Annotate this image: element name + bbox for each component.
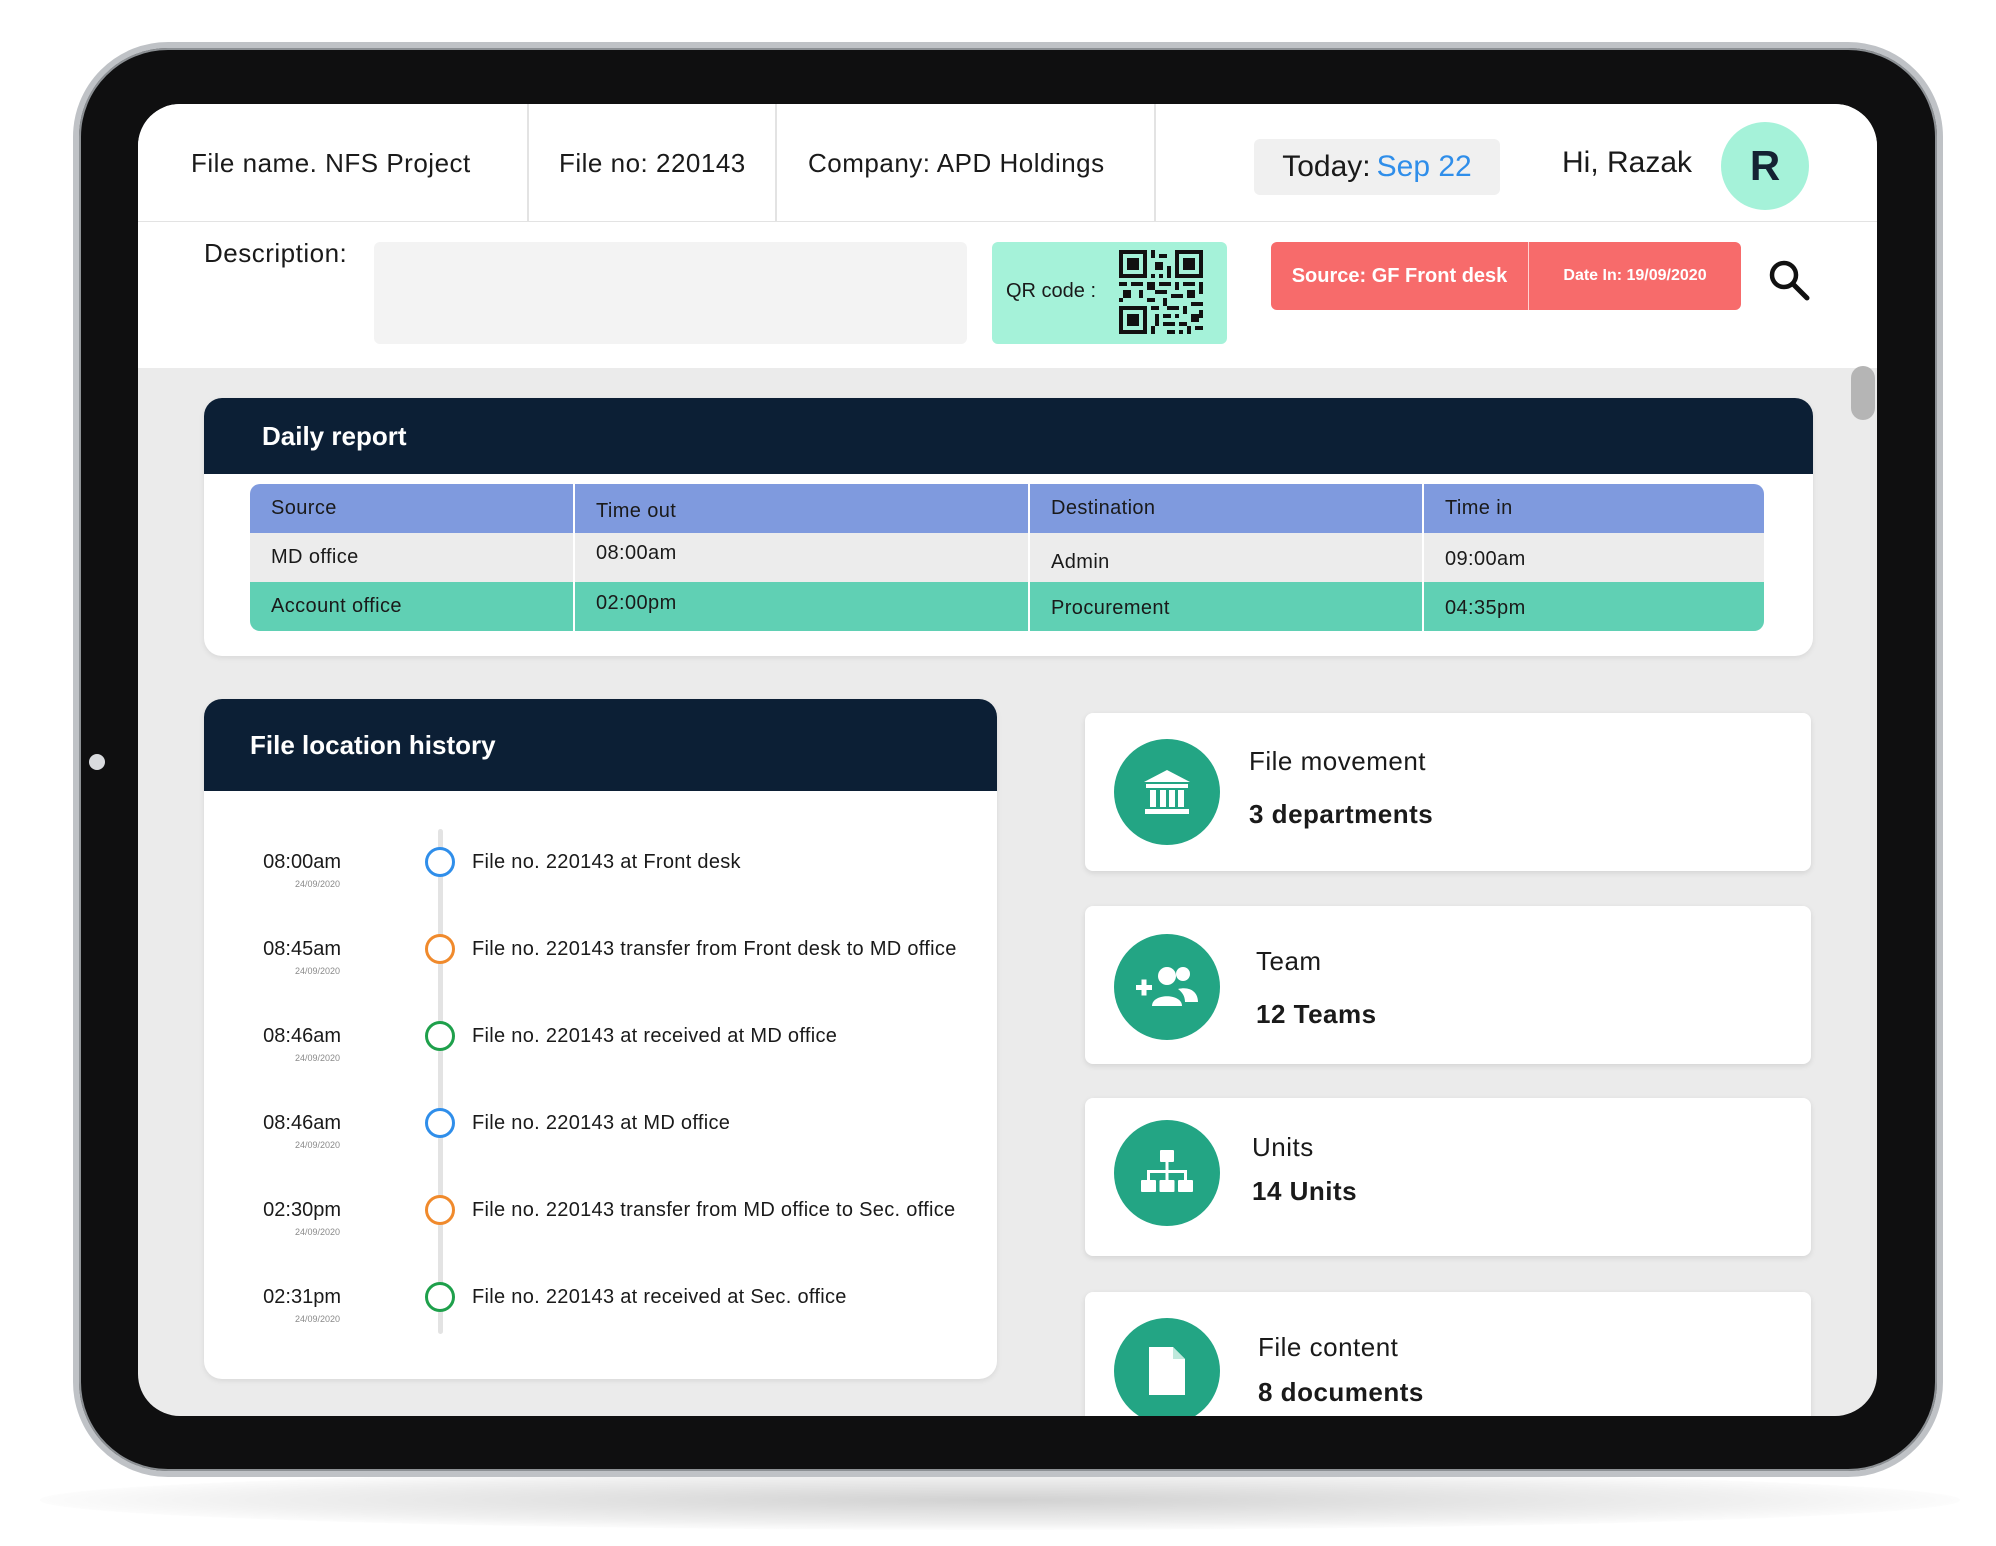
table-cell: 09:00am (1445, 548, 1526, 570)
stat-value: 12 Teams (1256, 999, 1377, 1029)
column-header: Time out (575, 484, 1030, 533)
timeline-dot (425, 1021, 455, 1051)
daily-report-title: Daily report (204, 398, 1813, 474)
stat-value: 3 departments (1249, 799, 1434, 829)
stat-value: 8 documents (1258, 1377, 1424, 1407)
daily-report-table: Source Time out Destination Time in MD o… (250, 484, 1764, 631)
timeline-dot (425, 1108, 455, 1138)
table-row[interactable]: MD office 08:00am Admin 09:00am (250, 533, 1764, 582)
timeline-text-wrap: File no. 220143 transfer from Front desk… (472, 938, 957, 961)
header-divider (775, 104, 777, 222)
description-label: Description: (204, 238, 348, 268)
table-row[interactable]: Account office 02:00pm Procurement 04:35… (250, 582, 1764, 631)
file-details-bar: Description: QR code : Source: GF Front … (138, 222, 1877, 368)
document-icon (1114, 1318, 1220, 1416)
stat-label: File content (1258, 1332, 1399, 1362)
table-cell: 04:35pm (1445, 597, 1526, 619)
timeline-dot (425, 1195, 455, 1225)
today-badge: Today: Sep 22 (1254, 139, 1500, 195)
table-cell: Admin (1030, 533, 1424, 582)
stat-card-file-movement[interactable]: File movement 3 departments (1085, 713, 1811, 871)
stat-label: File movement (1249, 746, 1426, 776)
header-bar: File name. NFS Project File no: 220143 C… (138, 104, 1877, 222)
table-cell: Account office (250, 582, 575, 631)
timeline-time: 02:31pm (263, 1286, 341, 1308)
timeline-time: 08:45am (263, 938, 341, 960)
history-title: File location history (204, 699, 997, 791)
timeline-date: 24/09/2020 (294, 1053, 340, 1063)
table-cell: Procurement (1030, 582, 1424, 631)
source-label: Source: GF Front desk (1271, 242, 1529, 310)
timeline-text-wrap: File no. 220143 at received at Sec. offi… (472, 1286, 847, 1309)
stat-label: Units (1252, 1132, 1314, 1162)
add-team-icon (1114, 934, 1220, 1040)
timeline-text: File no. 220143 at MD office (472, 1112, 731, 1134)
timeline-item[interactable]: 08:45am 24/09/2020 File no. 220143 trans… (204, 932, 997, 992)
org-chart-icon (1114, 1120, 1220, 1226)
timeline-dot (425, 934, 455, 964)
column-header: Source (250, 484, 575, 533)
search-icon[interactable] (1767, 258, 1811, 302)
file-number: File no: 220143 (559, 147, 746, 178)
source-badge: Source: GF Front desk Date In: 19/09/202… (1271, 242, 1741, 310)
timeline-date: 24/09/2020 (294, 966, 340, 976)
screen: File name. NFS Project File no: 220143 C… (138, 104, 1877, 1416)
daily-report-card: Daily report Source Time out Destination… (204, 398, 1813, 656)
company-name: Company: APD Holdings (808, 147, 1105, 178)
today-label: Today: (1282, 150, 1371, 183)
timeline-dot (425, 847, 455, 877)
table-header-row: Source Time out Destination Time in (250, 484, 1764, 533)
file-location-history-card: File location history 08:00am 24/09/2020… (204, 699, 997, 1379)
camera-dot (89, 754, 105, 770)
timeline-item[interactable]: 08:46am 24/09/2020 File no. 220143 at re… (204, 1019, 997, 1079)
timeline-date: 24/09/2020 (294, 1227, 340, 1237)
qr-code-icon (1119, 250, 1203, 334)
timeline-text: File no. 220143 transfer from Front desk… (472, 938, 957, 960)
device-shadow (40, 1470, 1960, 1530)
timeline-text-wrap: File no. 220143 transfer from MD office … (472, 1199, 955, 1222)
table-cell: 02:00pm (575, 582, 1030, 631)
header-divider (1154, 104, 1156, 222)
timeline-time: 08:46am (263, 1112, 341, 1134)
timeline-time: 08:00am (263, 851, 341, 873)
column-header: Destination (1030, 484, 1424, 533)
today-date: Sep 22 (1376, 150, 1472, 183)
timeline-text: File no. 220143 at Front desk (472, 851, 741, 873)
qr-code-panel[interactable]: QR code : (992, 242, 1227, 344)
date-in-label: Date In: 19/09/2020 (1563, 267, 1707, 284)
table-cell: 08:00am (575, 533, 1030, 582)
file-name: File name. NFS Project (191, 147, 471, 178)
stat-label: Team (1256, 946, 1322, 976)
timeline-time: 02:30pm (263, 1199, 341, 1221)
user-greeting: Hi, Razak (1562, 146, 1693, 179)
timeline-dot (425, 1282, 455, 1312)
timeline-text-wrap: File no. 220143 at Front desk (472, 851, 741, 874)
timeline-date: 24/09/2020 (294, 879, 340, 889)
timeline-text: File no. 220143 at received at Sec. offi… (472, 1286, 847, 1308)
bank-icon (1114, 739, 1220, 845)
timeline-time: 08:46am (263, 1025, 341, 1047)
timeline-text: File no. 220143 at received at MD office (472, 1025, 838, 1047)
stat-card-units[interactable]: Units 14 Units (1085, 1098, 1811, 1256)
timeline-date: 24/09/2020 (294, 1140, 340, 1150)
column-header: Time in (1445, 497, 1513, 519)
timeline-item[interactable]: 02:31pm 24/09/2020 File no. 220143 at re… (204, 1280, 997, 1340)
avatar[interactable]: R (1721, 122, 1809, 210)
stat-card-file-content[interactable]: File content 8 documents (1085, 1292, 1811, 1416)
table-cell: MD office (250, 533, 575, 582)
stage: File name. NFS Project File no: 220143 C… (0, 0, 1996, 1546)
timeline-date: 24/09/2020 (294, 1314, 340, 1324)
header-divider (527, 104, 529, 222)
timeline-text-wrap: File no. 220143 at received at MD office (472, 1025, 837, 1048)
description-field[interactable] (374, 242, 967, 344)
qr-label: QR code : (1006, 280, 1097, 302)
timeline-text: File no. 220143 transfer from MD office … (472, 1199, 956, 1221)
timeline-item[interactable]: 08:00am 24/09/2020 File no. 220143 at Fr… (204, 845, 997, 905)
timeline-item[interactable]: 08:46am 24/09/2020 File no. 220143 at MD… (204, 1106, 997, 1166)
stat-value: 14 Units (1252, 1176, 1358, 1206)
timeline-text-wrap: File no. 220143 at MD office (472, 1112, 730, 1135)
stat-card-team[interactable]: Team 12 Teams (1085, 906, 1811, 1064)
timeline-item[interactable]: 02:30pm 24/09/2020 File no. 220143 trans… (204, 1193, 997, 1253)
scrollbar-thumb[interactable] (1851, 366, 1875, 420)
